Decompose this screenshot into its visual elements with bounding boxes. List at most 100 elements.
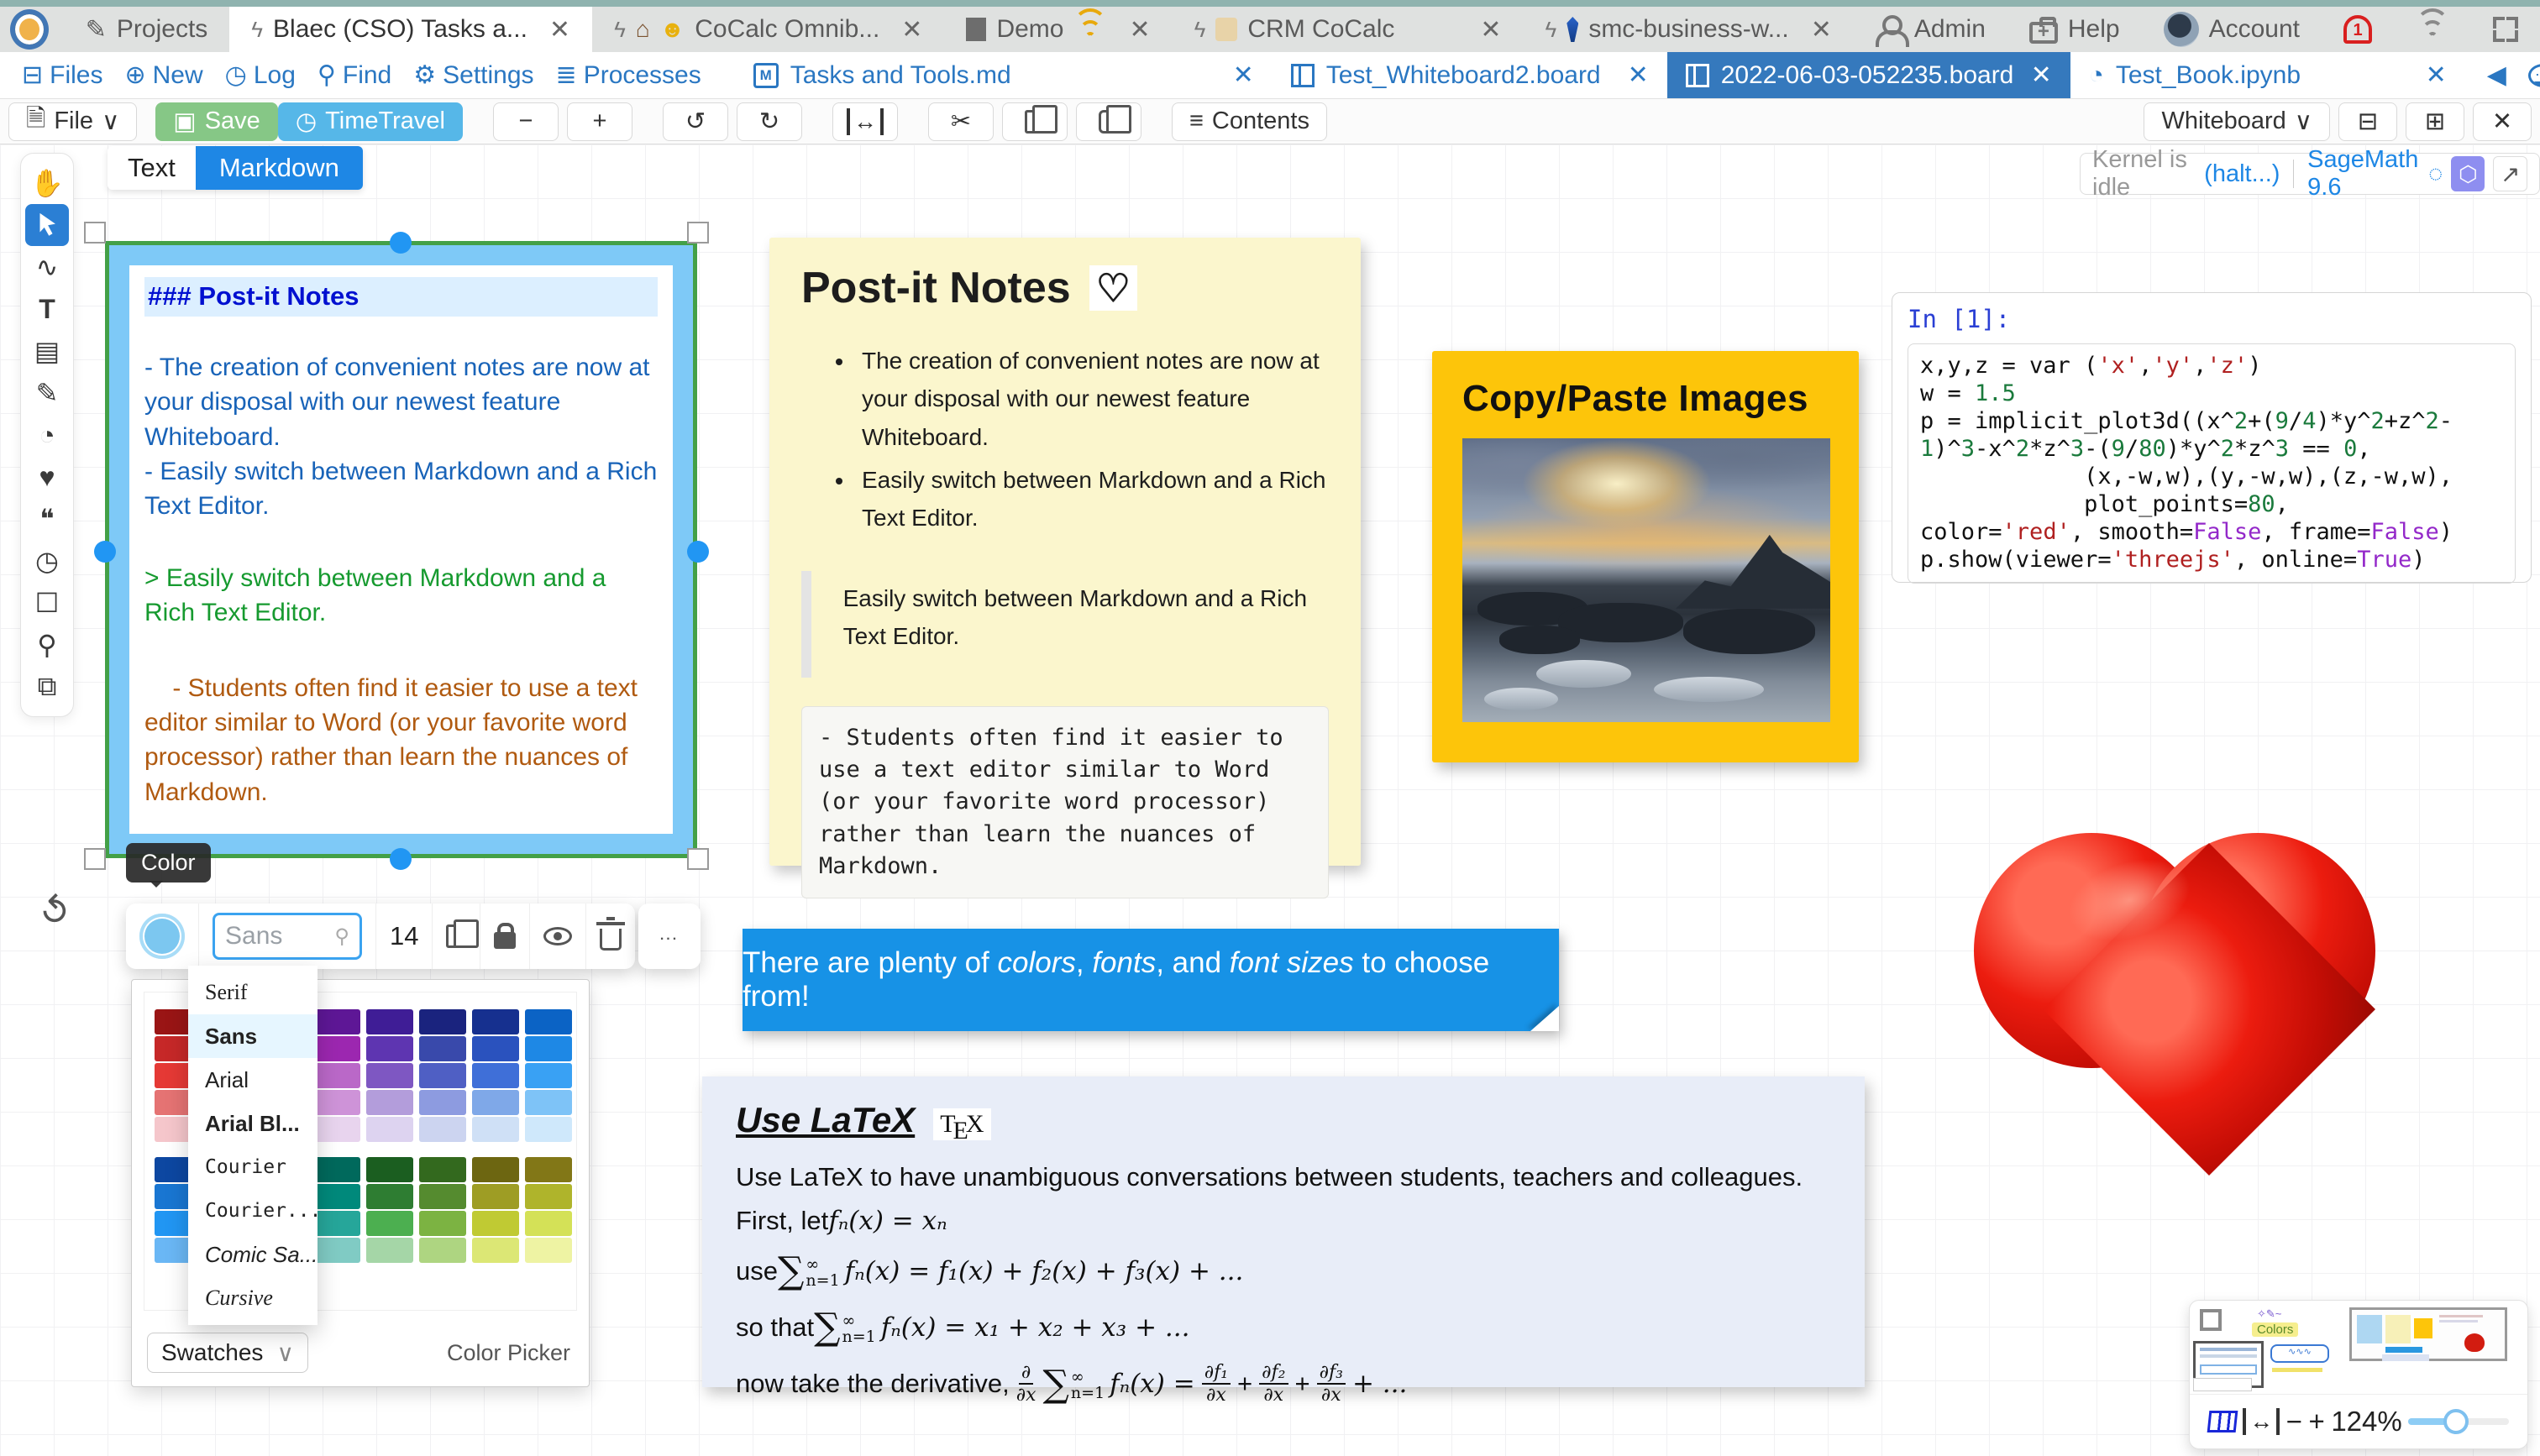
close-icon[interactable]: ✕	[2031, 60, 2052, 90]
frame-type-select[interactable]: Whiteboard∨	[2144, 102, 2330, 141]
swatch[interactable]	[313, 1090, 360, 1115]
close-icon[interactable]: ✕	[2426, 60, 2447, 90]
frame-tool[interactable]: ☐	[25, 582, 69, 624]
contents-button[interactable]: ≡Contents	[1172, 102, 1327, 141]
swatch[interactable]	[313, 1036, 360, 1061]
swatch[interactable]	[472, 1090, 519, 1115]
edge-handle-n[interactable]	[390, 232, 412, 254]
close-icon[interactable]: ✕	[901, 15, 922, 45]
swatch[interactable]	[313, 1009, 360, 1034]
fit-width-button[interactable]: ↔	[2243, 1408, 2280, 1435]
note-tool[interactable]: ▤	[25, 330, 69, 372]
swatch[interactable]	[419, 1211, 466, 1236]
admin-button[interactable]: Admin	[1854, 7, 2007, 52]
collapse-button[interactable]: ◀	[2487, 60, 2506, 90]
swatch[interactable]	[366, 1009, 413, 1034]
pages-tool[interactable]: ⧉	[25, 666, 69, 708]
kernel-name[interactable]: SageMath 9.6	[2307, 146, 2420, 202]
color-swatch-button[interactable]	[126, 903, 199, 969]
swatch[interactable]	[472, 1036, 519, 1061]
find-button[interactable]: ⚲Find	[318, 60, 391, 90]
text-mode-button[interactable]: Text	[108, 146, 196, 190]
halt-link[interactable]: (halt...)	[2204, 160, 2280, 188]
edge-handle-e[interactable]	[687, 541, 709, 563]
swatch[interactable]	[525, 1090, 572, 1115]
sage-kernel-button[interactable]: ⬡	[2451, 156, 2485, 191]
notifications-button[interactable]: 1	[2322, 7, 2394, 52]
split-horizontal-button[interactable]: ⊟	[2338, 102, 2397, 141]
processes-button[interactable]: ≣Processes	[556, 60, 701, 90]
swatch[interactable]	[366, 1157, 413, 1182]
account-button[interactable]: Account	[2142, 7, 2322, 52]
resize-handle-ne[interactable]	[687, 222, 709, 244]
close-icon[interactable]: ✕	[1628, 60, 1649, 90]
swatch[interactable]	[366, 1211, 413, 1236]
undo-button[interactable]: ↺	[663, 102, 728, 141]
more-options-button[interactable]: ...	[638, 903, 701, 969]
search-tool[interactable]: ⚲	[25, 624, 69, 666]
tab-demo[interactable]: Demo✕	[944, 7, 1172, 52]
swatch[interactable]	[313, 1157, 360, 1182]
swatch[interactable]	[419, 1117, 466, 1142]
save-button[interactable]: ▣Save	[155, 102, 278, 141]
jupyter-code-cell[interactable]: In [1]: x,y,z = var ('x','y','z') w = 1.…	[1892, 292, 2532, 583]
latex-note[interactable]: Use LaTeXTEX Use LaTeX to have unambiguo…	[702, 1076, 1865, 1387]
pan-tool[interactable]: ✋	[25, 162, 69, 204]
swatch[interactable]	[419, 1157, 466, 1182]
font-family-select[interactable]: Sans⚲	[199, 903, 376, 969]
swatch[interactable]	[419, 1184, 466, 1209]
swatch[interactable]	[419, 1036, 466, 1061]
swatch[interactable]	[366, 1117, 413, 1142]
map-toggle-button[interactable]	[2207, 1411, 2238, 1432]
slider-knob[interactable]	[2443, 1409, 2469, 1434]
zoom-out-button[interactable]: −	[2286, 1406, 2302, 1438]
settings-button[interactable]: ⚙Settings	[413, 60, 533, 90]
swatch[interactable]	[525, 1009, 572, 1034]
files-button[interactable]: ⊟Files	[22, 60, 102, 90]
swatch[interactable]	[419, 1238, 466, 1263]
tab-crm-cocalc[interactable]: ϟCRM CoCalc✕	[1173, 7, 1524, 52]
font-option-courier-new[interactable]: Courier...	[188, 1189, 318, 1233]
hide-button[interactable]	[530, 903, 586, 969]
whiteboard-canvas[interactable]: ✋ ∿ T ▤ ✎ ◔ ♥ ❝ ◷ ☐ ⚲ ⧉ Text Markdown Ke…	[0, 144, 2540, 1456]
swatch[interactable]	[366, 1238, 413, 1263]
font-option-cursive[interactable]: Cursive	[188, 1276, 318, 1320]
chat-tool[interactable]: ❝	[25, 498, 69, 540]
markdown-editor[interactable]: ### Post-it Notes - The creation of conv…	[129, 265, 673, 834]
lock-button[interactable]	[480, 903, 530, 969]
timetravel-button[interactable]: ◷TimeTravel	[278, 102, 463, 141]
swatch[interactable]	[313, 1238, 360, 1263]
paste-button[interactable]	[1076, 102, 1141, 141]
zoom-in-button[interactable]: +	[2309, 1406, 2325, 1438]
tab-blaec-tasks[interactable]: ϟBlaec (CSO) Tasks a...✕	[229, 7, 592, 52]
file-tab-board-active[interactable]: 2022-06-03-052235.board✕	[1667, 52, 2070, 98]
markdown-mode-button[interactable]: Markdown	[196, 146, 363, 190]
font-option-courier[interactable]: Courier	[188, 1145, 318, 1189]
refresh-icon[interactable]: ◌	[2428, 160, 2443, 188]
file-tab-tasks-md[interactable]: MTasks and Tools.md✕	[735, 52, 1273, 98]
swatch[interactable]	[525, 1157, 572, 1182]
zoom-in-button[interactable]: +	[567, 102, 632, 141]
redo-button[interactable]: ↻	[737, 102, 802, 141]
cut-button[interactable]: ✂	[928, 102, 994, 141]
resize-handle-nw[interactable]	[84, 222, 106, 244]
tab-smc-business[interactable]: ϟsmc-business-w...✕	[1524, 7, 1854, 52]
swatch[interactable]	[472, 1184, 519, 1209]
cell-code[interactable]: x,y,z = var ('x','y','z') w = 1.5 p = im…	[1908, 343, 2516, 584]
swatch[interactable]	[525, 1063, 572, 1088]
file-menu-button[interactable]: 🗎File∨	[8, 102, 137, 141]
font-option-serif[interactable]: Serif	[188, 971, 318, 1014]
swatch[interactable]	[419, 1063, 466, 1088]
swatch[interactable]	[419, 1090, 466, 1115]
swatch[interactable]	[472, 1063, 519, 1088]
new-button[interactable]: ⊕New	[124, 60, 202, 90]
zoom-out-button[interactable]: −	[493, 102, 559, 141]
swatch[interactable]	[472, 1238, 519, 1263]
minimap-view[interactable]: ✧✎~ Colors ∿∿∿	[2190, 1301, 2527, 1395]
pen-tool[interactable]: ✎	[25, 372, 69, 414]
swatches-select[interactable]: Swatches∨	[147, 1333, 308, 1373]
chat-button[interactable]: ⋯Chat	[2528, 61, 2540, 90]
external-link-button[interactable]: ↗	[2493, 156, 2527, 191]
log-button[interactable]: ◷Log	[225, 60, 296, 90]
tab-projects[interactable]: ✎Projects	[64, 7, 230, 52]
